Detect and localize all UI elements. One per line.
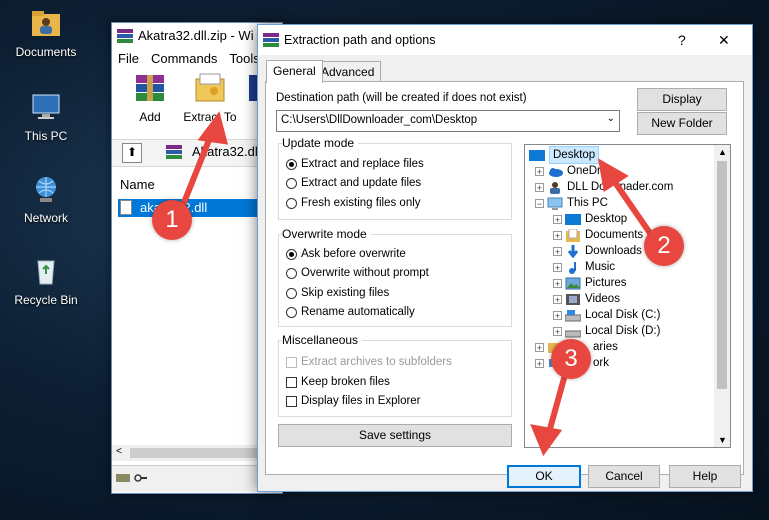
arrow-2-line: [609, 175, 655, 239]
tab-general[interactable]: General: [266, 60, 323, 83]
callout-badge-3: 3: [551, 339, 591, 379]
arrow-1-head: [197, 111, 229, 145]
arrow-3-head: [530, 424, 563, 457]
callout-badge-1: 1: [152, 200, 192, 240]
callout-badge-2: 2: [644, 226, 684, 266]
arrow-2-head: [597, 158, 629, 192]
